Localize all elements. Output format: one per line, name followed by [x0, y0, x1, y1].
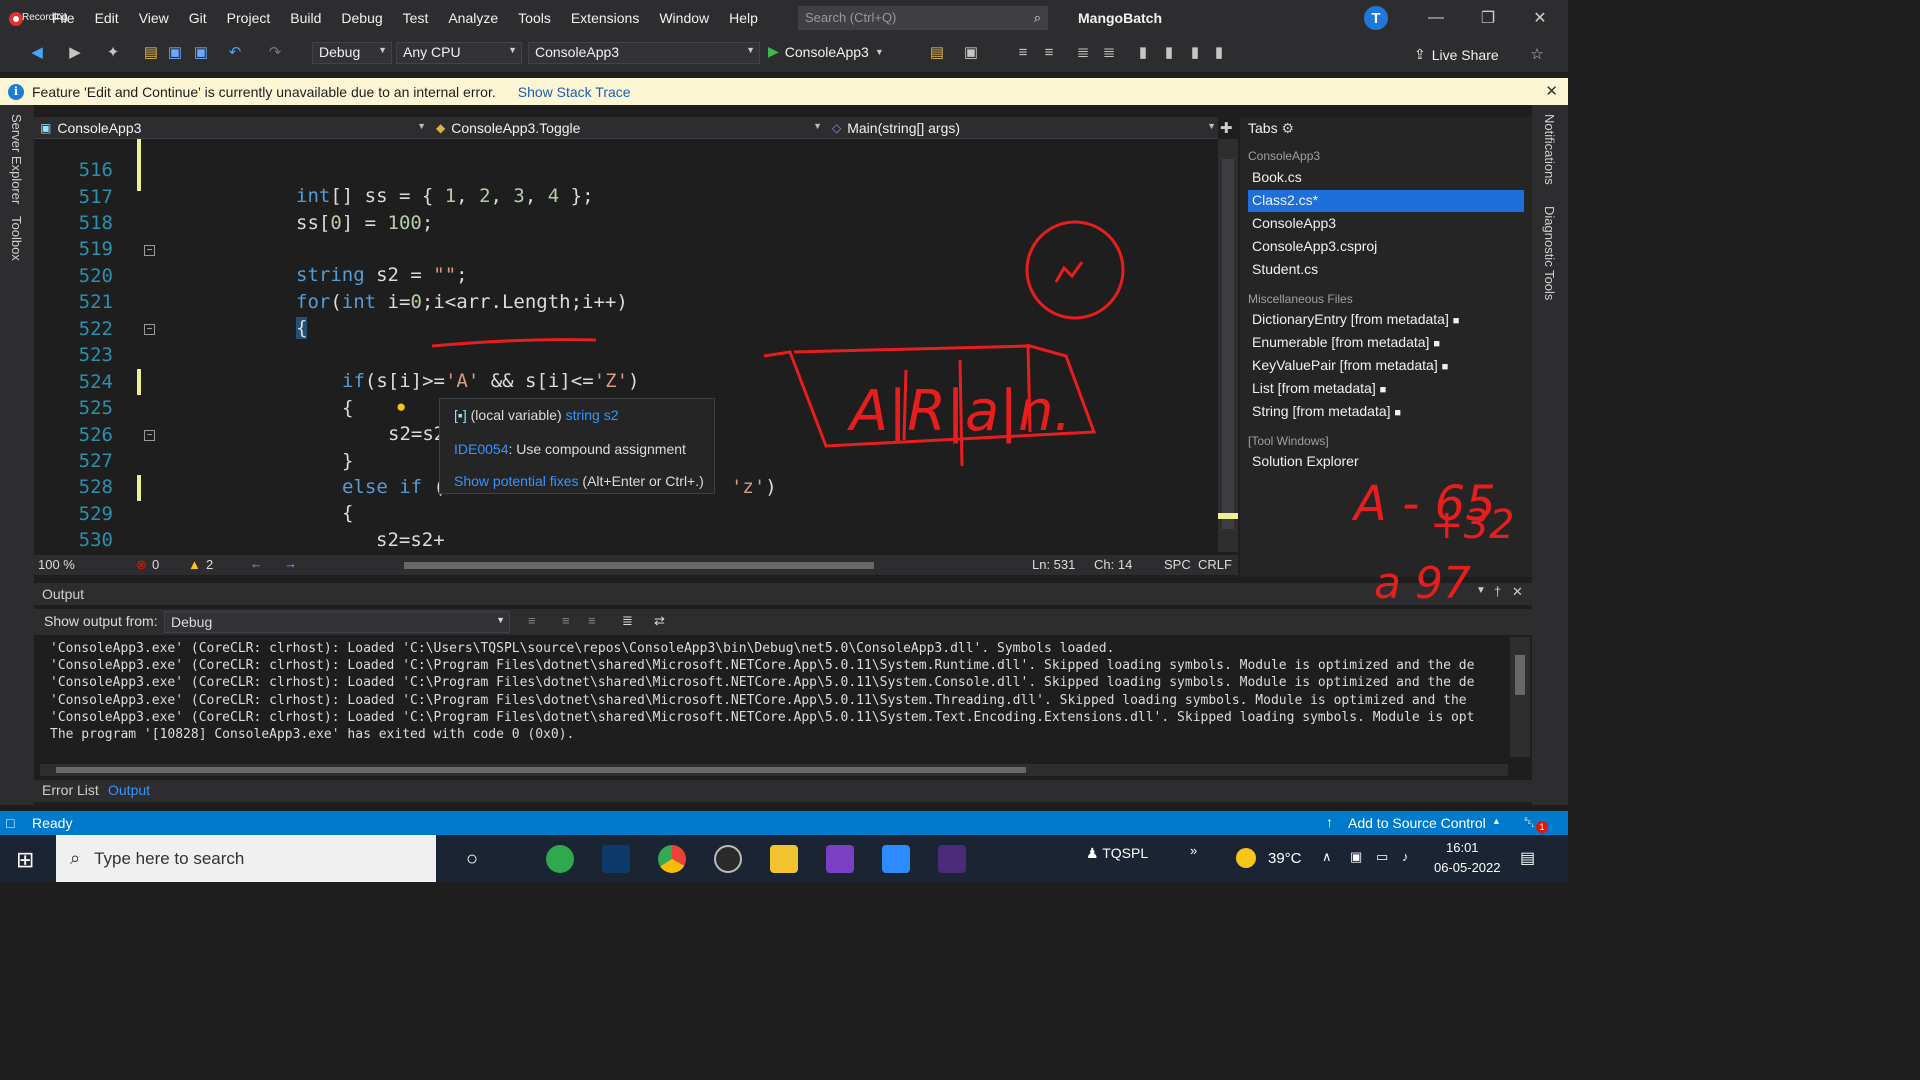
annotation-text-2: +32: [1430, 502, 1514, 548]
annotation-text-3: a 97: [1374, 558, 1471, 609]
annotation-box-text: A|R|a|n.: [847, 379, 1071, 444]
pen-annotations: A|R|a|n. A - 65 +32 a 97: [431, 220, 1514, 609]
